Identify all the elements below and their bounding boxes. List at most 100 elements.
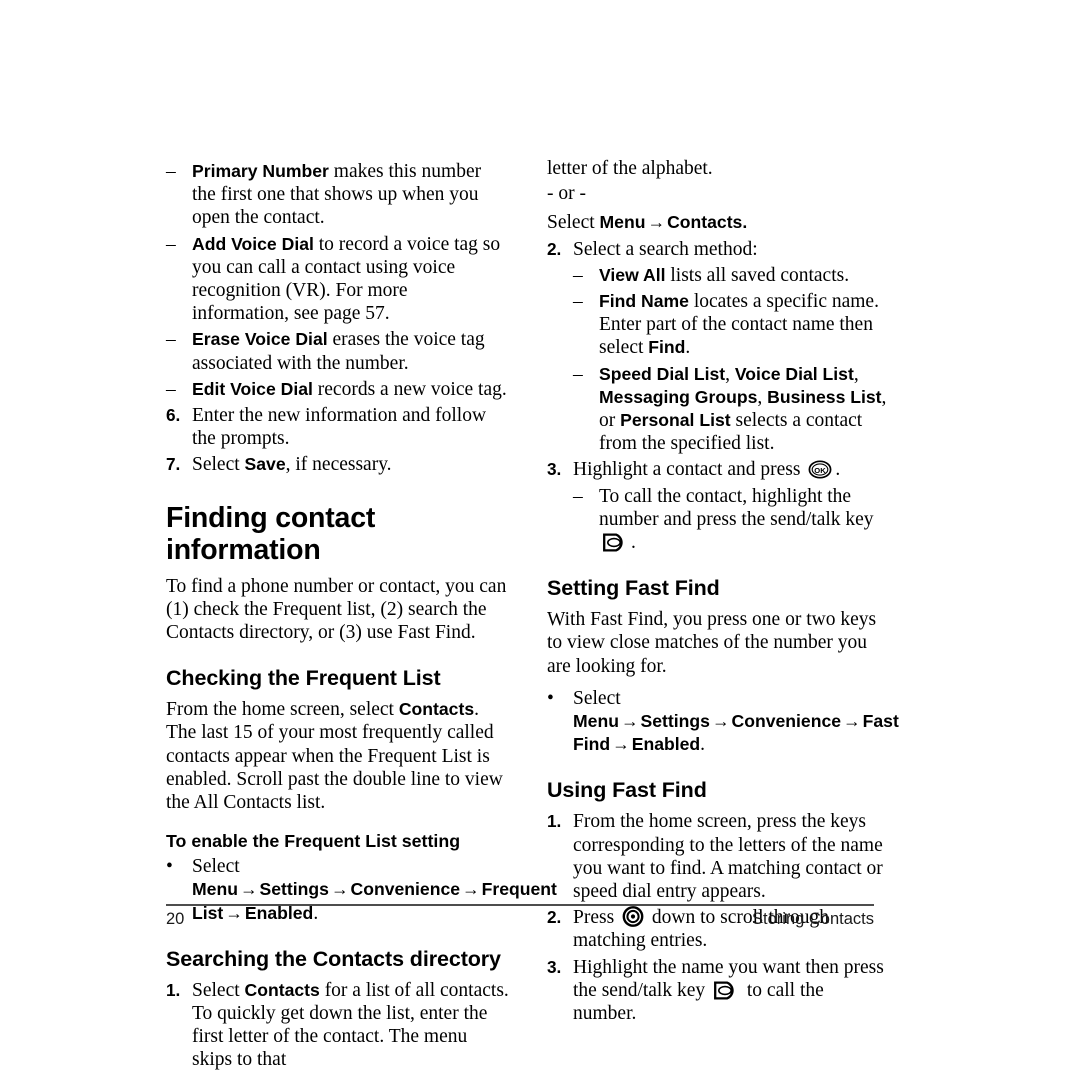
list-item-content: Speed Dial List, Voice Dial List, Messag…	[599, 363, 890, 456]
heading-finding-contact-information: Finding contact information	[166, 501, 376, 566]
send-talk-key-icon	[602, 533, 628, 552]
step-number: 3.	[547, 956, 562, 977]
step-text: Enter the new information and follow the…	[192, 405, 487, 450]
ui-term-personal-list: Personal List	[620, 410, 731, 431]
heading-enable-frequent-list-setting: To enable the Frequent List setting	[166, 831, 461, 852]
dash-marker: –	[573, 485, 583, 507]
menu-step-menu: Menu	[599, 212, 646, 233]
svg-text:OK: OK	[815, 466, 827, 475]
step-text: From the home screen, press the keys cor…	[573, 811, 883, 903]
list-item: – Find Name locates a specific name. Ent…	[573, 290, 890, 360]
menu-step-menu: Menu	[573, 711, 619, 732]
dash-marker: –	[573, 291, 583, 313]
dash-marker: –	[166, 233, 176, 255]
arrow-icon: →	[843, 711, 861, 732]
arrow-icon: →	[239, 879, 258, 900]
list-item: – Primary Number makes this number the f…	[166, 160, 509, 230]
manual-page: – Primary Number makes this number the f…	[0, 0, 1080, 1080]
intro-paragraph: To find a phone number or contact, you c…	[166, 575, 507, 644]
footer-divider	[166, 904, 874, 906]
menu-step-convenience: Convenience	[350, 879, 461, 900]
separator: ,	[725, 363, 735, 385]
step-text: Select Contacts for a list of all contac…	[192, 979, 509, 1072]
list-item-content: View All lists all saved contacts.	[599, 264, 890, 287]
or-divider: - or -	[547, 183, 586, 205]
list-item: – Edit Voice Dial records a new voice ta…	[166, 378, 509, 401]
numbered-step-3: 3. Highlight the name you want then pres…	[547, 956, 890, 1026]
menu-path-lead: Select	[547, 212, 600, 234]
fast-find-intro: With Fast Find, you press one or two key…	[547, 609, 877, 677]
numbered-step-2: 2. Select a search method:	[547, 238, 890, 261]
menu-step-settings: Settings	[259, 879, 329, 900]
page-footer: 20 Storing Contacts	[166, 910, 874, 929]
ui-term-speed-dial-list: Speed Dial List	[599, 363, 726, 384]
menu-step-settings: Settings	[640, 711, 710, 732]
list-item-content: Erase Voice Dial erases the voice tag as…	[192, 328, 509, 374]
arrow-icon: →	[462, 879, 480, 900]
bullet-marker: •	[547, 687, 554, 709]
numbered-step-6: 6. Enter the new information and follow …	[166, 404, 509, 450]
list-item: – Add Voice Dial to record a voice tag s…	[166, 233, 509, 326]
step-number: 7.	[166, 454, 181, 475]
ui-term-find-name: Find Name	[599, 291, 689, 312]
heading-using-fast-find: Using Fast Find	[547, 778, 707, 803]
select-menu-contacts-path: Select Menu → Contacts.	[547, 211, 890, 234]
step-text-post: , if necessary.	[285, 454, 392, 476]
numbered-step-7: 7. Select Save, if necessary.	[166, 453, 509, 476]
list-item-text: To call the contact, highlight the numbe…	[599, 485, 874, 530]
heading-searching-contacts-directory: Searching the Contacts directory	[166, 946, 501, 971]
step-text: Select Save, if necessary.	[192, 453, 509, 476]
ui-term-find: Find	[648, 337, 686, 358]
list-item-text-post: .	[631, 532, 636, 554]
page-number: 20	[166, 910, 185, 928]
left-column: – Primary Number makes this number the f…	[166, 157, 557, 1072]
list-item: – Speed Dial List, Voice Dial List, Mess…	[573, 363, 890, 456]
menu-step-contacts: Contacts	[667, 212, 743, 233]
step-text: Highlight a contact and press OK.	[573, 458, 890, 481]
step-text-post: .	[835, 459, 841, 481]
ui-term-contacts: Contacts	[244, 979, 320, 1000]
step-text-pre: Highlight a contact and press	[573, 459, 806, 481]
heading-setting-fast-find: Setting Fast Find	[547, 576, 720, 601]
list-item: – View All lists all saved contacts.	[573, 264, 890, 287]
step-text-pre: Select	[192, 454, 245, 476]
bullet-marker: •	[166, 856, 173, 878]
ui-term-view-all: View All	[599, 264, 666, 285]
bullet-item-fast-find-path: • Select Menu → Settings → Convenience → Fast …	[547, 687, 899, 757]
continued-line: letter of the alphabet.	[547, 158, 713, 179]
ui-term-voice-dial-list: Voice Dial List	[734, 363, 854, 384]
step-number: 3.	[547, 459, 562, 480]
dash-marker: –	[573, 363, 583, 385]
list-item-content: Find Name locates a specific name. Enter…	[599, 290, 890, 360]
ok-key-icon: OK	[808, 460, 832, 479]
ui-term-business-list: Business List	[767, 386, 882, 407]
two-column-body: – Primary Number makes this number the f…	[166, 157, 899, 1072]
separator: ,	[757, 386, 768, 408]
step-text-pre: Select	[192, 979, 245, 1001]
ui-term-contacts: Contacts	[398, 699, 475, 720]
step-number: 2.	[547, 238, 562, 259]
dash-marker: –	[166, 329, 176, 351]
menu-path-period: .	[742, 212, 748, 233]
ui-term-edit-voice-dial: Edit Voice Dial	[192, 378, 313, 399]
list-item-content: Add Voice Dial to record a voice tag so …	[192, 233, 509, 326]
separator: ,	[853, 363, 859, 385]
menu-path-period: .	[700, 734, 706, 756]
list-item-content: To call the contact, highlight the numbe…	[599, 485, 890, 555]
arrow-icon: →	[711, 711, 730, 732]
step-number: 6.	[166, 405, 181, 426]
step-text: Select a search method:	[573, 238, 758, 260]
arrow-icon: →	[620, 711, 639, 732]
dash-marker: –	[166, 161, 176, 182]
paragraph-pre: From the home screen, select	[166, 699, 399, 721]
list-item-text: lists all saved contacts.	[665, 264, 850, 286]
dash-marker: –	[573, 264, 583, 286]
menu-step-menu: Menu	[192, 879, 238, 900]
numbered-step-1: 1. From the home screen, press the keys …	[547, 810, 890, 903]
menu-path-lead: Select	[573, 687, 621, 709]
list-item-text: records a new voice tag.	[312, 378, 507, 400]
arrow-icon: →	[330, 879, 349, 900]
arrow-icon: →	[647, 212, 666, 233]
ui-term-add-voice-dial: Add Voice Dial	[192, 233, 314, 254]
ui-term-save: Save	[244, 454, 286, 475]
